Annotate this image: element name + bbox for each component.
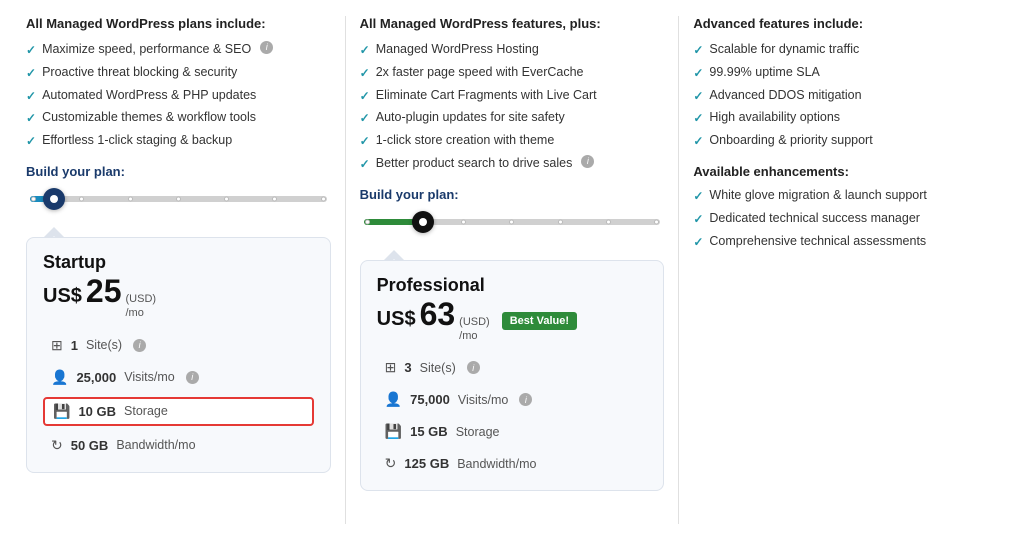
check-icon: ✓ bbox=[360, 88, 370, 105]
check-icon: ✓ bbox=[693, 211, 703, 228]
check-icon: ✓ bbox=[360, 133, 370, 150]
plan-price-2: 63 bbox=[420, 298, 456, 330]
check-icon: ✓ bbox=[26, 42, 36, 59]
col2-feature-list: ✓ Managed WordPress Hosting ✓ 2x faster … bbox=[360, 41, 665, 173]
list-item: ✓ Better product search to drive sales i bbox=[360, 155, 665, 173]
startup-plan-card: Startup US$ 25 (USD) /mo ⊞ 1 Site(s) i bbox=[26, 237, 331, 473]
info-icon[interactable]: i bbox=[581, 155, 594, 168]
plan-card-wrapper-2: Professional US$ 63 (USD) /mo Best Value… bbox=[360, 250, 665, 492]
main-container: All Managed WordPress plans include: ✓ M… bbox=[0, 0, 1024, 540]
col2-section-title: All Managed WordPress features, plus: bbox=[360, 16, 665, 31]
info-icon[interactable]: i bbox=[260, 41, 273, 54]
check-icon: ✓ bbox=[693, 188, 703, 205]
list-item: ✓ Comprehensive technical assessments bbox=[693, 233, 998, 251]
list-item: ✓ Dedicated technical success manager bbox=[693, 210, 998, 228]
list-item: ✓ 1-click store creation with theme bbox=[360, 132, 665, 150]
list-item: ✓ High availability options bbox=[693, 109, 998, 127]
plan-price-row-1: US$ 25 (USD) /mo bbox=[43, 275, 314, 321]
visits-icon: 👤 bbox=[385, 391, 402, 408]
check-icon: ✓ bbox=[693, 133, 703, 150]
storage-icon: 💾 bbox=[53, 403, 70, 420]
list-item: ✓ White glove migration & launch support bbox=[693, 187, 998, 205]
list-item: ✓ Auto-plugin updates for site safety bbox=[360, 109, 665, 127]
build-plan-label-1: Build your plan: bbox=[26, 164, 331, 179]
check-icon: ✓ bbox=[693, 42, 703, 59]
plan-card-wrapper-1: Startup US$ 25 (USD) /mo ⊞ 1 Site(s) i bbox=[26, 227, 331, 473]
list-item: ✓ Advanced DDOS mitigation bbox=[693, 87, 998, 105]
check-icon: ✓ bbox=[360, 110, 370, 127]
list-item: ✓ Customizable themes & workflow tools bbox=[26, 109, 331, 127]
check-icon: ✓ bbox=[360, 65, 370, 82]
plan-name-2: Professional bbox=[377, 275, 648, 296]
best-value-badge: Best Value! bbox=[502, 312, 577, 330]
check-icon: ✓ bbox=[693, 110, 703, 127]
plan-price-meta-1: (USD) /mo bbox=[126, 292, 157, 321]
spec-visits-1: 👤 25,000 Visits/mo i bbox=[43, 365, 314, 390]
info-icon[interactable]: i bbox=[467, 361, 480, 374]
list-item: ✓ Automated WordPress & PHP updates bbox=[26, 87, 331, 105]
spec-storage-1: 💾 10 GB Storage bbox=[43, 397, 314, 426]
col3-enhancements-list: ✓ White glove migration & launch support… bbox=[693, 187, 998, 250]
check-icon: ✓ bbox=[26, 65, 36, 82]
bandwidth-icon: ↻ bbox=[51, 437, 63, 454]
plan-currency-2: US$ bbox=[377, 308, 416, 331]
info-icon[interactable]: i bbox=[133, 339, 146, 352]
plan-name-1: Startup bbox=[43, 252, 314, 273]
check-icon: ✓ bbox=[26, 133, 36, 150]
info-icon[interactable]: i bbox=[186, 371, 199, 384]
enhancements-title: Available enhancements: bbox=[693, 164, 998, 179]
visits-icon: 👤 bbox=[51, 369, 68, 386]
bandwidth-icon: ↻ bbox=[385, 455, 397, 472]
build-plan-label-2: Build your plan: bbox=[360, 187, 665, 202]
spec-sites-2: ⊞ 3 Site(s) i bbox=[377, 355, 648, 380]
col3-section-title: Advanced features include: bbox=[693, 16, 998, 31]
sites-icon: ⊞ bbox=[51, 337, 63, 354]
slider-thumb-2[interactable] bbox=[412, 211, 434, 233]
check-icon: ✓ bbox=[360, 42, 370, 59]
check-icon: ✓ bbox=[26, 110, 36, 127]
list-item: ✓ Scalable for dynamic traffic bbox=[693, 41, 998, 59]
column-advanced: Advanced features include: ✓ Scalable fo… bbox=[679, 16, 1012, 524]
plan-specs-1: ⊞ 1 Site(s) i 👤 25,000 Visits/mo i 💾 10 … bbox=[43, 333, 314, 458]
spec-bandwidth-1: ↻ 50 GB Bandwidth/mo bbox=[43, 433, 314, 458]
list-item: ✓ Maximize speed, performance & SEO i bbox=[26, 41, 331, 59]
plan-specs-2: ⊞ 3 Site(s) i 👤 75,000 Visits/mo i 💾 15 … bbox=[377, 355, 648, 476]
col1-feature-list: ✓ Maximize speed, performance & SEO i ✓ … bbox=[26, 41, 331, 150]
sites-icon: ⊞ bbox=[385, 359, 397, 376]
column-managed-wp-features: All Managed WordPress features, plus: ✓ … bbox=[346, 16, 680, 524]
info-icon[interactable]: i bbox=[519, 393, 532, 406]
plan-slider-2[interactable] bbox=[364, 212, 661, 232]
plan-price-row-2: US$ 63 (USD) /mo Best Value! bbox=[377, 298, 648, 344]
check-icon: ✓ bbox=[693, 88, 703, 105]
storage-icon: 💾 bbox=[385, 423, 402, 440]
plan-price-meta-2: (USD) /mo bbox=[459, 315, 490, 344]
list-item: ✓ 99.99% uptime SLA bbox=[693, 64, 998, 82]
plan-slider-1[interactable] bbox=[30, 189, 327, 209]
plan-currency-1: US$ bbox=[43, 285, 82, 308]
list-item: ✓ 2x faster page speed with EverCache bbox=[360, 64, 665, 82]
list-item: ✓ Managed WordPress Hosting bbox=[360, 41, 665, 59]
check-icon: ✓ bbox=[360, 156, 370, 173]
list-item: ✓ Effortless 1-click staging & backup bbox=[26, 132, 331, 150]
check-icon: ✓ bbox=[26, 88, 36, 105]
list-item: ✓ Eliminate Cart Fragments with Live Car… bbox=[360, 87, 665, 105]
col3-feature-list: ✓ Scalable for dynamic traffic ✓ 99.99% … bbox=[693, 41, 998, 150]
plan-price-1: 25 bbox=[86, 275, 122, 307]
list-item: ✓ Onboarding & priority support bbox=[693, 132, 998, 150]
slider-thumb-1[interactable] bbox=[43, 188, 65, 210]
spec-bandwidth-2: ↻ 125 GB Bandwidth/mo bbox=[377, 451, 648, 476]
check-icon: ✓ bbox=[693, 234, 703, 251]
spec-sites-1: ⊞ 1 Site(s) i bbox=[43, 333, 314, 358]
check-icon: ✓ bbox=[693, 65, 703, 82]
spec-storage-2: 💾 15 GB Storage bbox=[377, 419, 648, 444]
list-item: ✓ Proactive threat blocking & security bbox=[26, 64, 331, 82]
column-managed-wp: All Managed WordPress plans include: ✓ M… bbox=[12, 16, 346, 524]
spec-visits-2: 👤 75,000 Visits/mo i bbox=[377, 387, 648, 412]
professional-plan-card: Professional US$ 63 (USD) /mo Best Value… bbox=[360, 260, 665, 492]
col1-section-title: All Managed WordPress plans include: bbox=[26, 16, 331, 31]
